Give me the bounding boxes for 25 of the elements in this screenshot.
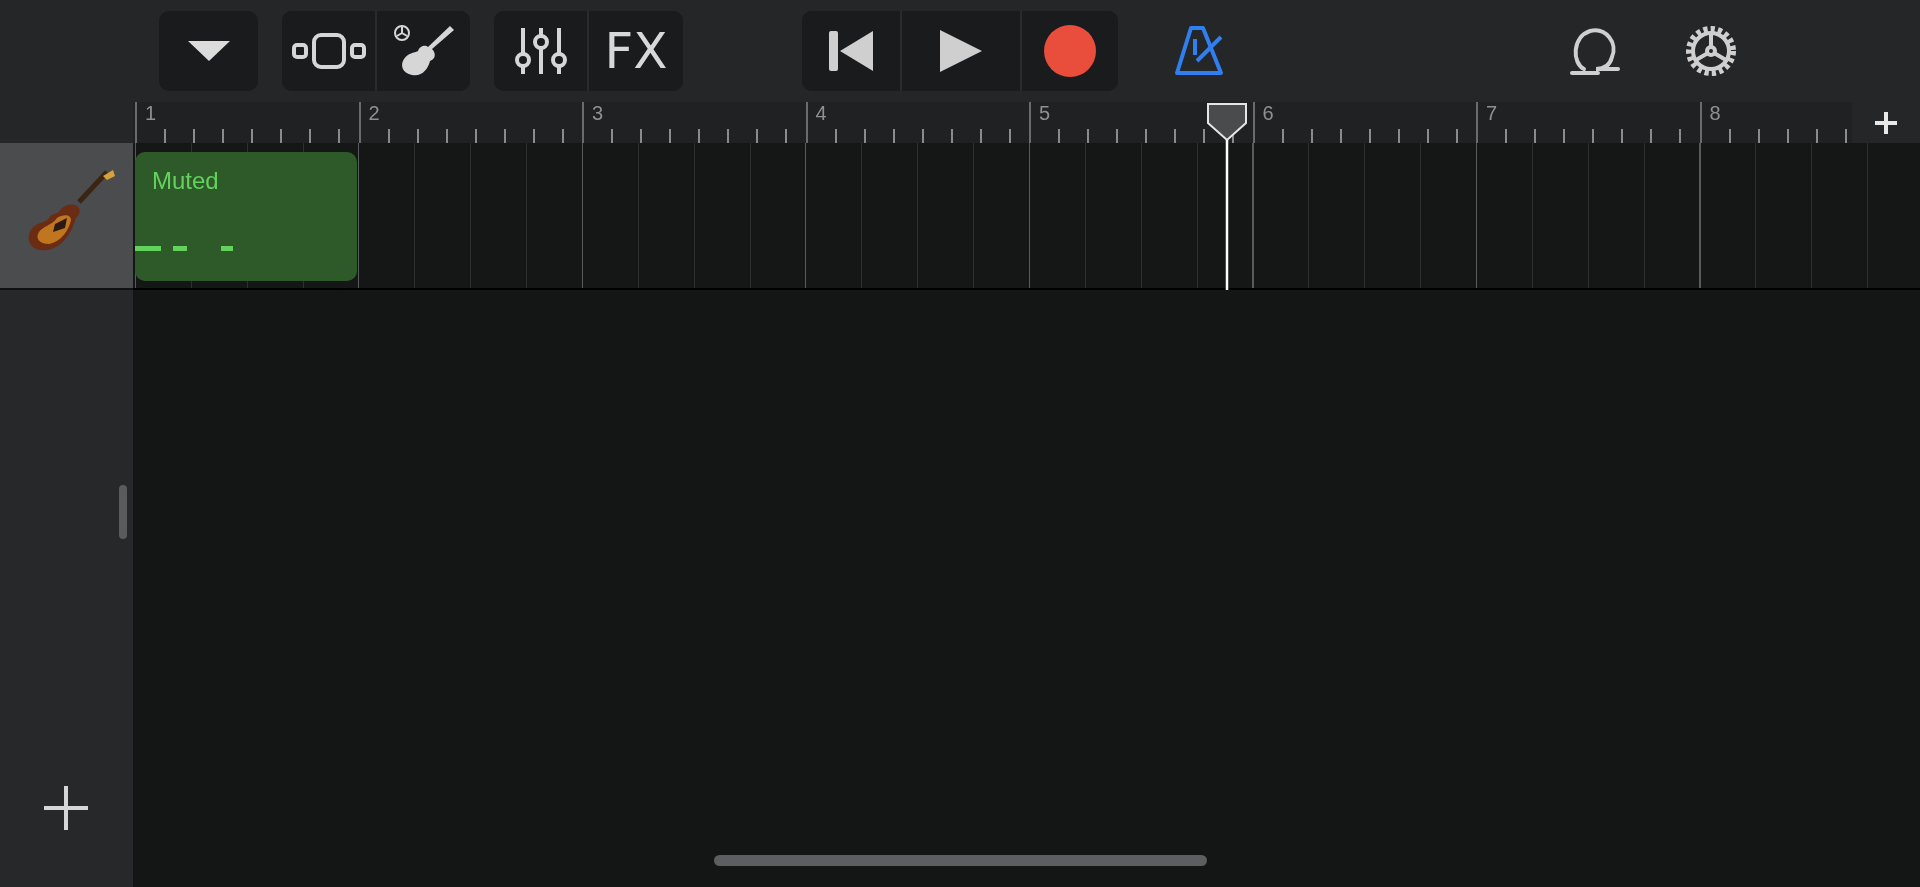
- bar-number: 1: [145, 102, 157, 125]
- sliders-icon: [512, 26, 569, 76]
- bar-number: 5: [1039, 102, 1051, 125]
- record-button[interactable]: [1020, 11, 1118, 91]
- tracks-view-icon: [291, 31, 366, 71]
- play-icon: [938, 28, 984, 74]
- audio-region[interactable]: Muted: [135, 152, 357, 281]
- resize-handle[interactable]: [119, 485, 127, 539]
- playhead[interactable]: [1207, 103, 1247, 290]
- record-icon: [1043, 24, 1097, 78]
- bar-number: 3: [592, 102, 604, 125]
- bar-number: 4: [815, 102, 827, 125]
- instrument-button[interactable]: [375, 11, 470, 91]
- bar-number: 6: [1262, 102, 1274, 125]
- bar-number: 8: [1709, 102, 1721, 125]
- dropdown-button[interactable]: [159, 11, 258, 91]
- region-label: Muted: [152, 167, 219, 195]
- plus-icon: [1874, 110, 1898, 135]
- fx-button[interactable]: FX: [587, 11, 683, 91]
- timeline-ruler[interactable]: 1 2 3 4 5 6 7 8: [133, 102, 1852, 143]
- loop-icon: [1568, 25, 1622, 77]
- add-section-button[interactable]: [1852, 102, 1920, 143]
- bar-number: 2: [368, 102, 380, 125]
- bar-number: 7: [1486, 102, 1498, 125]
- skip-back-icon: [827, 29, 875, 73]
